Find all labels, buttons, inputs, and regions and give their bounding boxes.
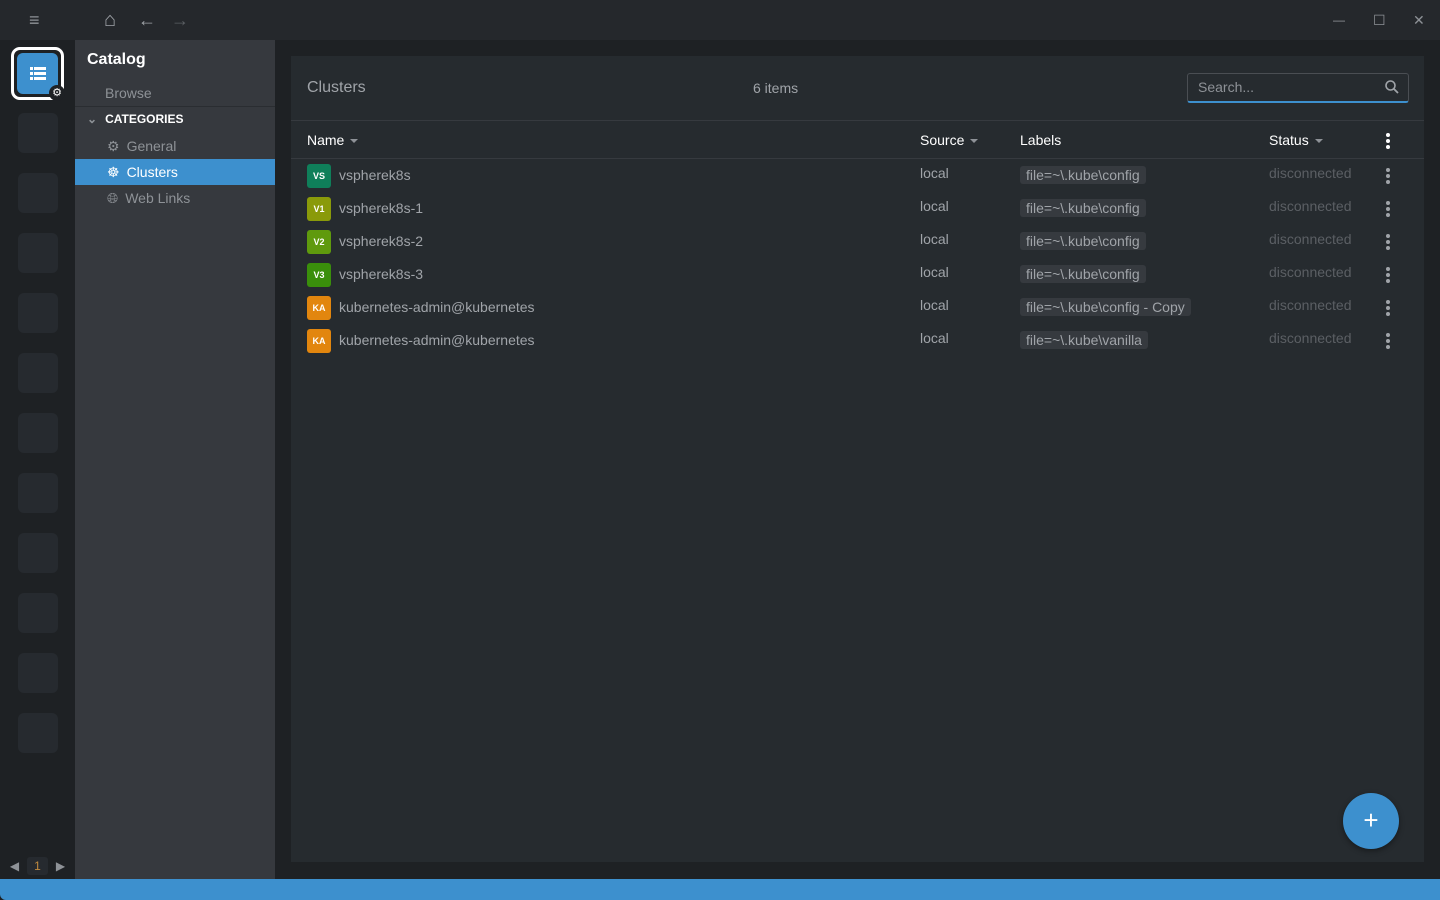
menu-icon[interactable]: ≡: [29, 10, 40, 30]
gear-icon: ⚙: [107, 137, 120, 154]
hotbar: ⚙: [0, 40, 75, 879]
cluster-name: kubernetes-admin@kubernetes: [339, 299, 535, 315]
table-row[interactable]: V3 vspherek8s-3 local file=~\.kube\confi…: [291, 258, 1424, 291]
back-icon[interactable]: ←: [138, 10, 156, 30]
status-text: disconnected: [1269, 330, 1352, 346]
categories-toggle[interactable]: ⌄ CATEGORIES: [87, 112, 184, 126]
cluster-avatar: V3: [307, 263, 331, 287]
minimize-button[interactable]: —: [1333, 10, 1345, 30]
cluster-avatar: KA: [307, 329, 331, 353]
cluster-source: local: [920, 330, 949, 346]
table-row[interactable]: KA kubernetes-admin@kubernetes local fil…: [291, 324, 1424, 357]
hotbar-slot[interactable]: [18, 353, 58, 393]
table-row[interactable]: V2 vspherek8s-2 local file=~\.kube\confi…: [291, 225, 1424, 258]
column-source[interactable]: Source: [920, 132, 979, 148]
hotbar-slot[interactable]: [18, 113, 58, 153]
hotbar-slot[interactable]: [18, 173, 58, 213]
status-text: disconnected: [1269, 165, 1352, 181]
cluster-name: vspherek8s-1: [339, 200, 424, 216]
cluster-label-badge[interactable]: file=~\.kube\config: [1020, 199, 1146, 217]
column-status[interactable]: Status: [1269, 132, 1323, 148]
cluster-source: local: [920, 264, 949, 280]
chevron-down-icon: ⌄: [87, 112, 98, 126]
sidebar-title: Catalog: [87, 51, 146, 68]
cluster-avatar: V1: [307, 197, 331, 221]
cluster-name: vspherek8s: [339, 167, 411, 183]
status-text: disconnected: [1269, 297, 1352, 313]
cluster-avatar: V2: [307, 230, 331, 254]
divider: [75, 106, 275, 107]
cluster-source: local: [920, 297, 949, 313]
table-header: Name Source Labels Status: [291, 120, 1424, 159]
column-name[interactable]: Name: [307, 132, 359, 148]
sidebar-item-general[interactable]: ⚙ General: [75, 133, 275, 159]
table-row[interactable]: VS vspherek8s local file=~\.kube\config …: [291, 159, 1424, 192]
status-text: disconnected: [1269, 231, 1352, 247]
search-box: [1187, 73, 1409, 103]
page-number: 1: [27, 857, 48, 875]
prev-page-icon[interactable]: ◀: [10, 859, 19, 873]
home-icon[interactable]: ⌂: [104, 10, 116, 30]
row-menu-icon[interactable]: [1386, 267, 1390, 283]
sidebar: Catalog Browse ⌄ CATEGORIES ⚙ General ☸ …: [75, 40, 275, 879]
search-input[interactable]: [1188, 74, 1378, 100]
row-menu-icon[interactable]: [1386, 234, 1390, 250]
sidebar-item-web-links[interactable]: 🌐︎ Web Links: [75, 185, 275, 211]
hotbar-slot[interactable]: [18, 593, 58, 633]
page-title: Clusters: [307, 79, 366, 96]
add-cluster-button[interactable]: +: [1343, 793, 1399, 849]
cluster-source: local: [920, 198, 949, 214]
status-bar: [0, 879, 1440, 900]
hotbar-slot[interactable]: [18, 653, 58, 693]
status-text: disconnected: [1269, 264, 1352, 280]
kubernetes-icon: ☸: [107, 163, 120, 180]
status-text: disconnected: [1269, 198, 1352, 214]
cluster-source: local: [920, 165, 949, 181]
column-menu-icon[interactable]: [1386, 133, 1390, 149]
cluster-avatar: VS: [307, 164, 331, 188]
hotbar-slot[interactable]: [18, 413, 58, 453]
item-count: 6 items: [753, 80, 799, 96]
hotbar-slot[interactable]: [18, 533, 58, 573]
cluster-label-badge[interactable]: file=~\.kube\config: [1020, 265, 1146, 283]
table-row[interactable]: KA kubernetes-admin@kubernetes local fil…: [291, 291, 1424, 324]
cluster-name: vspherek8s-2: [339, 233, 424, 249]
cluster-source: local: [920, 231, 949, 247]
cluster-label-badge[interactable]: file=~\.kube\vanilla: [1020, 331, 1148, 349]
cluster-avatar: KA: [307, 296, 331, 320]
column-labels[interactable]: Labels: [1020, 132, 1061, 148]
sidebar-item-browse[interactable]: Browse: [105, 85, 152, 101]
next-page-icon[interactable]: ▶: [56, 859, 65, 873]
forward-icon[interactable]: →: [171, 10, 189, 30]
cluster-name: kubernetes-admin@kubernetes: [339, 332, 535, 348]
cluster-name: vspherek8s-3: [339, 266, 424, 282]
categories-label: CATEGORIES: [105, 112, 184, 126]
globe-icon: 🌐︎: [107, 189, 119, 206]
maximize-button[interactable]: ☐: [1373, 10, 1386, 30]
gear-icon: ⚙: [49, 85, 65, 101]
row-menu-icon[interactable]: [1386, 333, 1390, 349]
sidebar-item-label: Web Links: [125, 190, 191, 206]
cluster-label-badge[interactable]: file=~\.kube\config - Copy: [1020, 298, 1191, 316]
clusters-panel: Clusters 6 items Name Source Labels Stat…: [291, 56, 1424, 862]
hotbar-pager: ◀ 1 ▶: [0, 853, 75, 879]
row-menu-icon[interactable]: [1386, 168, 1390, 184]
sidebar-item-clusters[interactable]: ☸ Clusters: [75, 159, 275, 185]
catalog-hotbar-item[interactable]: ⚙: [11, 47, 65, 101]
hotbar-slot[interactable]: [18, 293, 58, 333]
title-bar: ≡ ⌂ ← → — ☐ ✕: [0, 0, 1440, 40]
row-menu-icon[interactable]: [1386, 300, 1390, 316]
cluster-label-badge[interactable]: file=~\.kube\config: [1020, 232, 1146, 250]
table-row[interactable]: V1 vspherek8s-1 local file=~\.kube\confi…: [291, 192, 1424, 225]
row-menu-icon[interactable]: [1386, 201, 1390, 217]
hotbar-slot[interactable]: [18, 473, 58, 513]
sidebar-item-label: General: [126, 138, 177, 154]
sidebar-item-label: Clusters: [126, 164, 178, 180]
close-button[interactable]: ✕: [1413, 10, 1425, 30]
hotbar-slot[interactable]: [18, 233, 58, 273]
hotbar-slot[interactable]: [18, 713, 58, 753]
search-icon: [1385, 80, 1399, 94]
cluster-label-badge[interactable]: file=~\.kube\config: [1020, 166, 1146, 184]
